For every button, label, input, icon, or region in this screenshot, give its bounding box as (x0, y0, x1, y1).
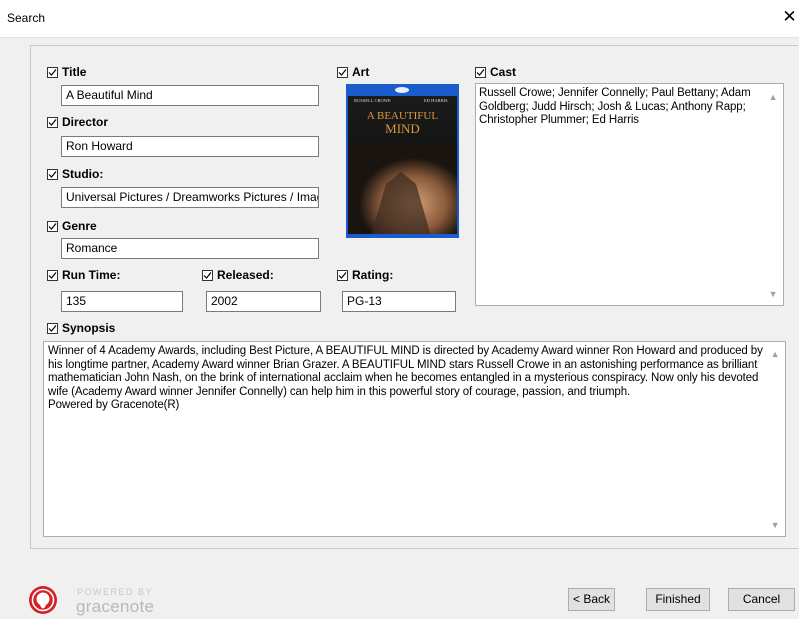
synopsis-label: Synopsis (62, 321, 116, 335)
run-time-field[interactable]: 135 (61, 291, 183, 312)
rating-checkbox[interactable]: Rating: (337, 267, 393, 283)
director-label: Director (62, 115, 109, 129)
title-bar: Search ✕ (0, 0, 799, 38)
checkmark-icon (47, 322, 58, 334)
released-field[interactable]: 2002 (206, 291, 321, 312)
cast-text: Russell Crowe; Jennifer Connelly; Paul B… (479, 87, 751, 126)
checkmark-icon (47, 220, 58, 232)
gracenote-text: gracenote (76, 597, 155, 616)
genre-field[interactable]: Romance (61, 238, 319, 259)
title-field[interactable]: A Beautiful Mind (61, 85, 319, 106)
genre-checkbox[interactable]: Genre (47, 218, 97, 234)
scroll-up-icon[interactable]: ▲ (768, 347, 782, 361)
checkmark-icon (337, 66, 348, 78)
checkmark-icon (337, 269, 348, 281)
gracenote-emblem-icon (29, 586, 57, 614)
cancel-button[interactable]: Cancel (728, 588, 795, 611)
cover-actor-left: RUSSELL CROWE (354, 98, 391, 103)
cover-art[interactable]: RUSSELL CROWE ED HARRIS A BEAUTIFUL MIND (346, 84, 459, 238)
close-icon[interactable]: ✕ (780, 6, 799, 28)
window-title: Search (7, 11, 46, 25)
genre-label: Genre (62, 219, 97, 233)
title-label: Title (62, 65, 87, 79)
checkmark-icon (475, 66, 486, 78)
synopsis-checkbox[interactable]: Synopsis (47, 320, 115, 336)
checkmark-icon (47, 269, 58, 281)
director-field[interactable]: Ron Howard (61, 136, 319, 157)
studio-checkbox[interactable]: Studio: (47, 166, 103, 182)
checkmark-icon (47, 168, 58, 180)
synopsis-textarea[interactable]: Winner of 4 Academy Awards, including Be… (43, 341, 786, 537)
synopsis-footer: Powered by Gracenote(R) (48, 399, 180, 411)
cover-title-line2: MIND (385, 121, 420, 136)
back-button[interactable]: < Back (568, 588, 615, 611)
cast-textarea[interactable]: Russell Crowe; Jennifer Connelly; Paul B… (475, 83, 784, 306)
gracenote-logo: POWERED BY gracenote (28, 585, 208, 616)
studio-field[interactable]: Universal Pictures / Dreamworks Pictures… (61, 187, 319, 208)
cover-actor-right: ED HARRIS (424, 98, 448, 103)
released-checkbox[interactable]: Released: (202, 267, 274, 283)
studio-label: Studio: (62, 167, 104, 181)
scroll-up-icon[interactable]: ▲ (766, 90, 780, 104)
checkmark-icon (202, 269, 213, 281)
checkmark-icon (47, 66, 58, 78)
art-checkbox[interactable]: Art (337, 64, 369, 80)
synopsis-text: Winner of 4 Academy Awards, including Be… (48, 345, 763, 398)
cast-label: Cast (490, 65, 517, 79)
checkmark-icon (47, 116, 58, 128)
run-time-checkbox[interactable]: Run Time: (47, 267, 120, 283)
title-checkbox[interactable]: Title (47, 64, 86, 80)
art-label: Art (352, 65, 370, 79)
rating-field[interactable]: PG-13 (342, 291, 456, 312)
powered-by-text: POWERED BY (77, 587, 154, 597)
scroll-down-icon[interactable]: ▼ (766, 287, 780, 301)
released-label: Released: (217, 268, 274, 282)
rating-label: Rating: (352, 268, 394, 282)
finished-button[interactable]: Finished (646, 588, 710, 611)
cast-checkbox[interactable]: Cast (475, 64, 516, 80)
run-time-label: Run Time: (62, 268, 121, 282)
scroll-down-icon[interactable]: ▼ (768, 518, 782, 532)
director-checkbox[interactable]: Director (47, 114, 108, 130)
